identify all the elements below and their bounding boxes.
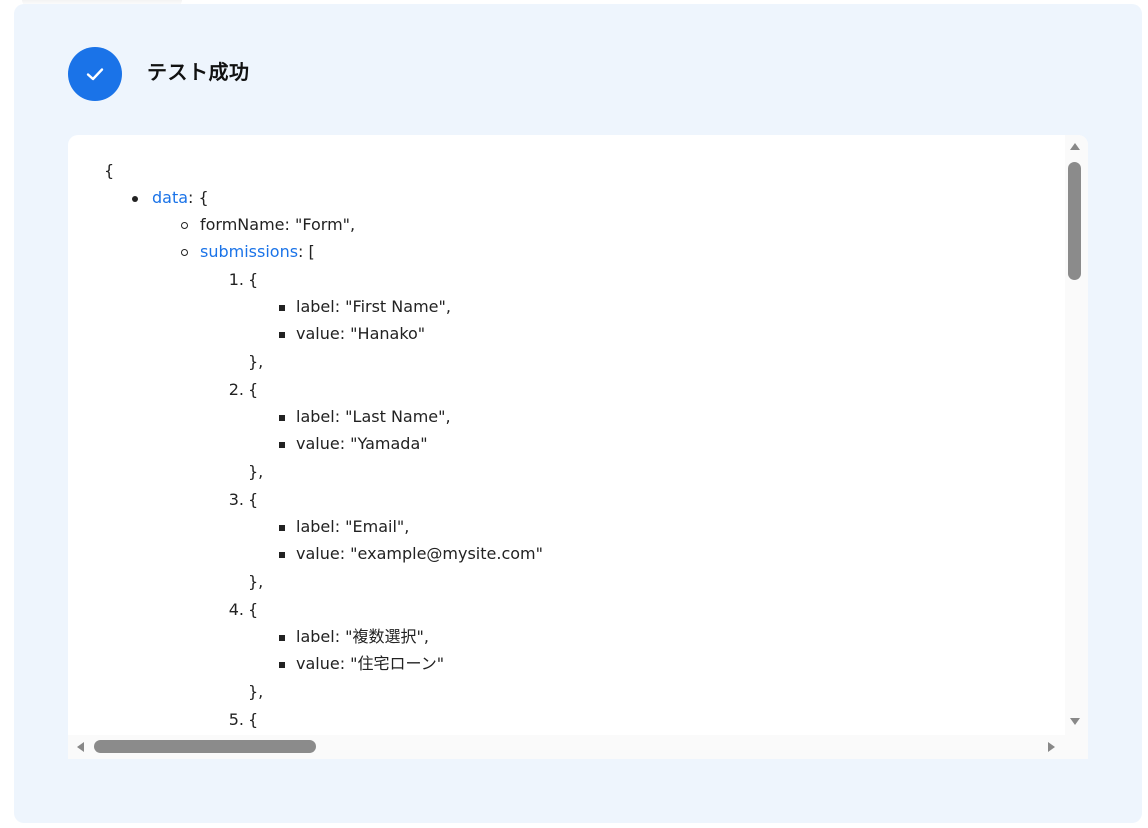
circle-bullet xyxy=(181,249,188,256)
json-viewer: { data: { formName: "Form", submissions:… xyxy=(68,135,1088,759)
result-panel: テスト成功 { data: { formName: "Form", submis… xyxy=(14,4,1142,823)
item-label-line: label: "Last Name", xyxy=(296,407,451,426)
data-suffix: : { xyxy=(188,188,209,207)
check-circle-icon xyxy=(68,47,122,101)
vertical-scroll-thumb[interactable] xyxy=(1068,162,1081,280)
square-bullet xyxy=(279,305,285,311)
square-bullet xyxy=(279,442,285,448)
square-bullet xyxy=(279,415,285,421)
item-number: 1. xyxy=(228,270,244,289)
square-bullet xyxy=(279,525,285,531)
item-label-line: label: "First Name", xyxy=(296,297,451,316)
checkmark-icon xyxy=(86,68,104,81)
json-tree: { data: { formName: "Form", submissions:… xyxy=(68,135,1060,735)
scroll-left-arrow-icon[interactable] xyxy=(77,742,84,752)
page-title: テスト成功 xyxy=(147,60,250,84)
item-close: }, xyxy=(248,462,264,481)
submissions-key-link[interactable]: submissions xyxy=(200,242,298,261)
scroll-up-arrow-icon[interactable] xyxy=(1070,143,1080,150)
square-bullet xyxy=(279,662,285,668)
item-open: { xyxy=(248,490,259,509)
item-value-line: value: "example@mysite.com" xyxy=(296,544,543,563)
data-line: data: { xyxy=(152,185,209,211)
item-close: }, xyxy=(248,352,264,371)
submissions-line: submissions: [ xyxy=(200,239,315,265)
item-number: 3. xyxy=(228,490,244,509)
scroll-down-arrow-icon[interactable] xyxy=(1070,718,1080,725)
scroll-right-arrow-icon[interactable] xyxy=(1048,742,1055,752)
open-brace: { xyxy=(104,161,115,180)
item-number: 5. xyxy=(228,710,244,729)
square-bullet xyxy=(279,332,285,338)
item-open: { xyxy=(248,380,259,399)
horizontal-scroll-thumb[interactable] xyxy=(94,740,316,753)
item-label-line: label: "Email", xyxy=(296,517,410,536)
item-number: 2. xyxy=(228,380,244,399)
disc-bullet xyxy=(132,196,138,202)
item-value-line: value: "Yamada" xyxy=(296,434,428,453)
square-bullet xyxy=(279,635,285,641)
item-close: }, xyxy=(248,572,264,591)
square-bullet xyxy=(279,552,285,558)
item-value-line: value: "Hanako" xyxy=(296,324,426,343)
item-close: }, xyxy=(248,682,264,701)
item-value-line: value: "住宅ローン" xyxy=(296,654,445,673)
item-open: { xyxy=(248,710,259,729)
submissions-suffix: : [ xyxy=(298,242,315,261)
data-key-link[interactable]: data xyxy=(152,188,188,207)
item-open: { xyxy=(248,270,259,289)
circle-bullet xyxy=(181,222,188,229)
item-number: 4. xyxy=(228,600,244,619)
form-name-line: formName: "Form", xyxy=(200,215,356,234)
item-label-line: label: "複数選択", xyxy=(296,627,429,646)
item-open: { xyxy=(248,600,259,619)
